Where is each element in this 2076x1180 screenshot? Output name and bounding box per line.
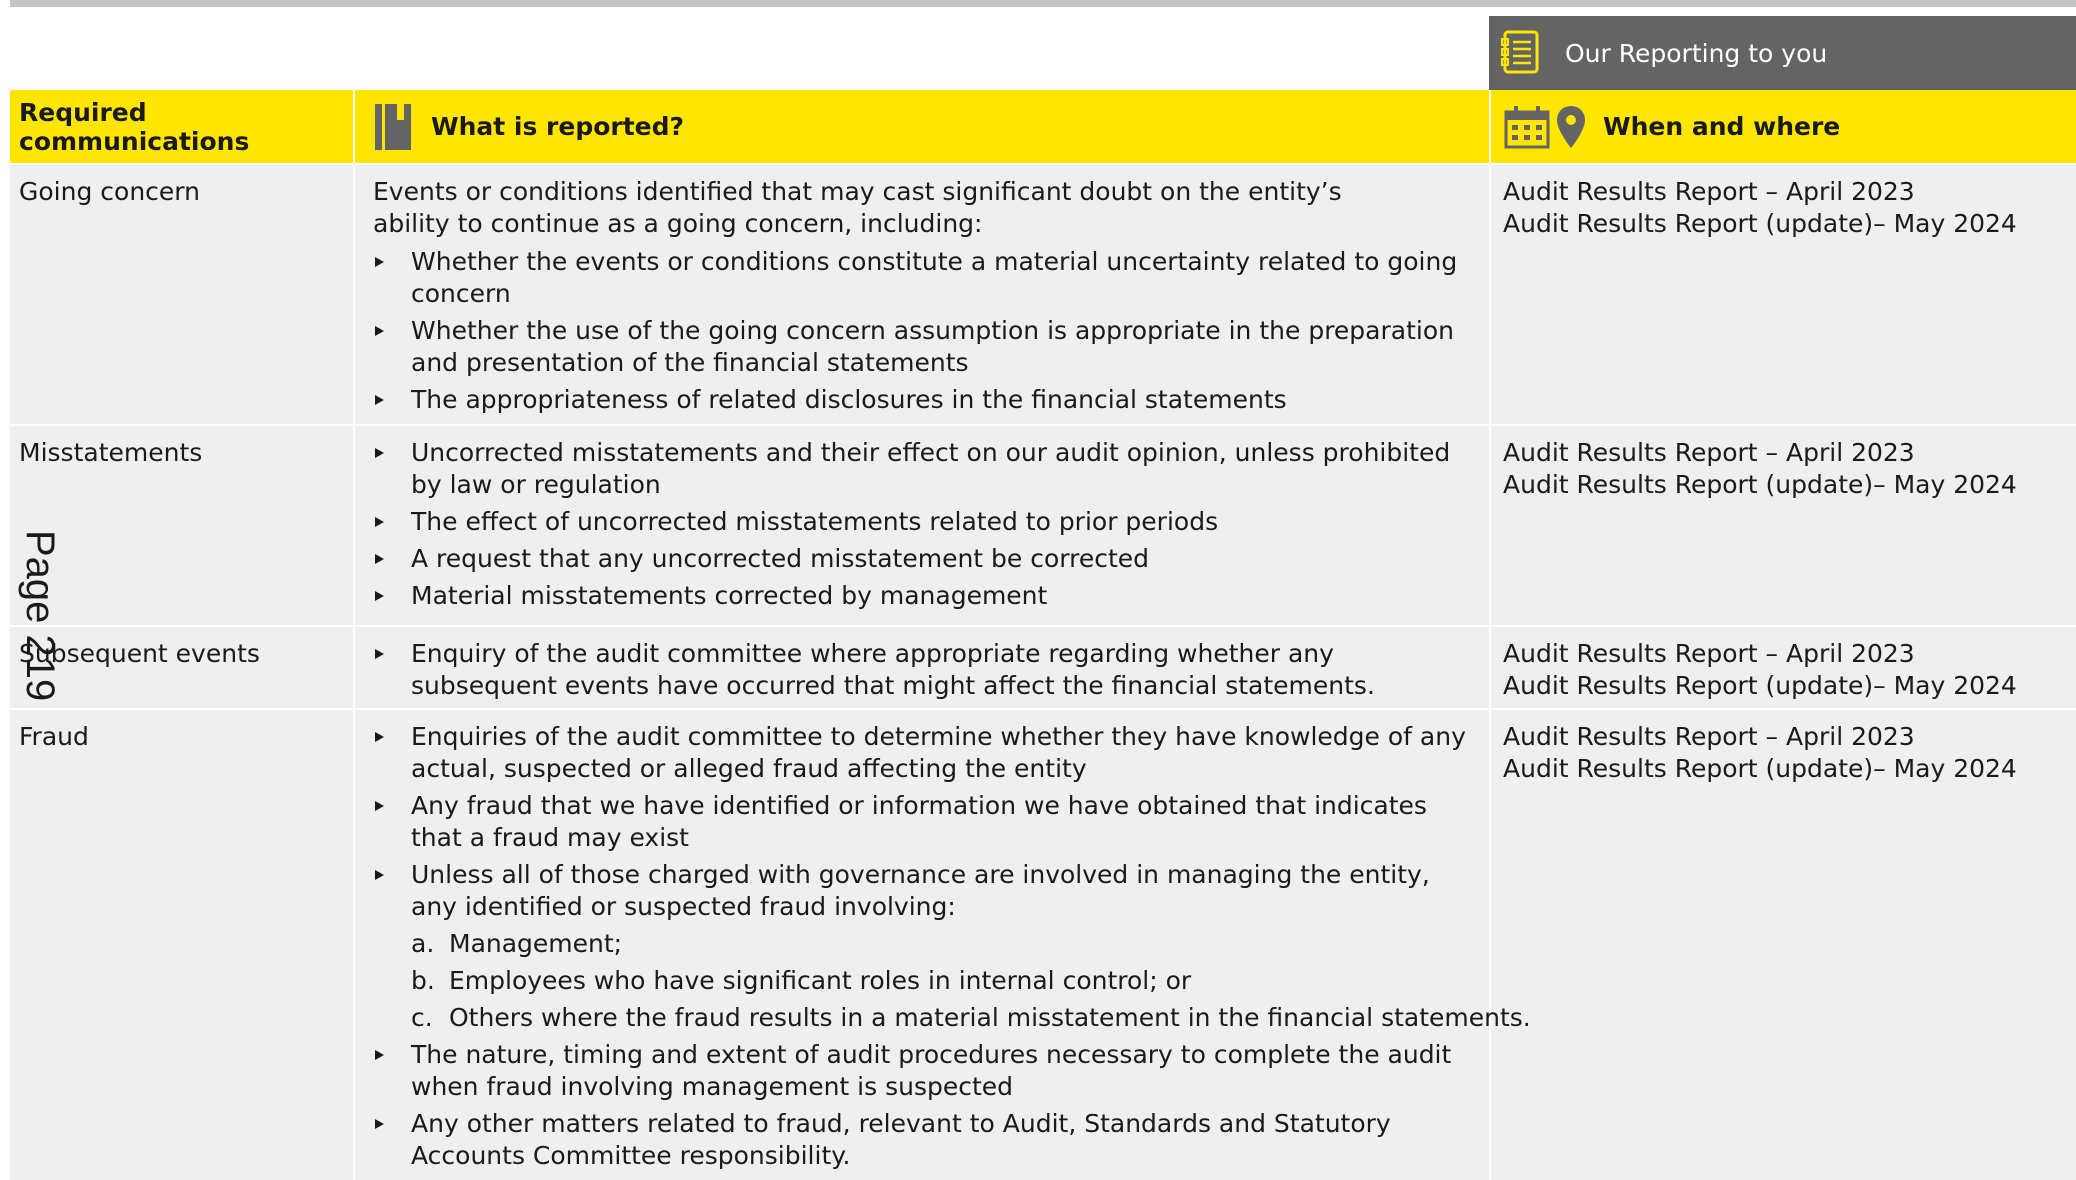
list-item: Any other matters related to fraud, rele… [373,1108,1471,1172]
table-row: Misstatements Uncorrected misstatements … [10,424,2076,625]
bullet-list: Uncorrected misstatements and their effe… [373,437,1463,612]
lettered-item: c. Others where the fraud results in a ma… [373,1002,1531,1034]
item-marker: c. [411,1003,433,1032]
lettered-item: a. Management; [373,928,1471,960]
when-cell: Audit Results Report – April 2023 Audit … [1489,426,2076,625]
topic-label: Going concern [19,177,200,206]
bullet-list: Whether the events or conditions constit… [373,246,1463,416]
list-item: Whether the use of the going concern ass… [373,315,1463,379]
list-item: Any fraud that we have identified or inf… [373,790,1468,854]
header-col2-label: What is reported? [431,112,685,141]
item-marker: b. [411,966,435,995]
notebook-icon [373,102,413,152]
reporting-banner-label: Our Reporting to you [1565,38,1828,68]
table-row: Going concern Events or conditions ident… [10,163,2076,424]
table-header: Required communications What is reported… [10,90,2076,163]
bullet-list: The nature, timing and extent of audit p… [373,1039,1471,1172]
table-row: Fraud Enquiries of the audit committee t… [10,708,2076,1180]
topic-cell: Going concern [10,165,353,424]
item-marker: a. [411,929,435,958]
topic-label: Fraud [19,722,89,751]
header-required-communications: Required communications [10,90,353,163]
bullet-list: Enquiry of the audit committee where app… [373,638,1463,702]
item-text: Employees who have significant roles in … [449,966,1192,995]
header-what-is-reported: What is reported? [353,90,1489,163]
when-line: Audit Results Report – April 2023 [1503,438,1915,467]
list-item: Enquiry of the audit committee where app… [373,638,1463,702]
header-col3-label: When and where [1603,112,1841,141]
when-line: Audit Results Report (update)– May 2024 [1503,754,2017,783]
topic-cell: Fraud [10,710,353,1180]
lettered-list: a. Management; b. Employees who have signi… [373,928,1531,1034]
checklist-document-icon [1501,29,1545,77]
header-col1-label: Required communications [19,97,250,156]
page-number: Page 219 [18,530,62,702]
what-cell: Uncorrected misstatements and their effe… [353,426,1489,625]
when-line: Audit Results Report (update)– May 2024 [1503,671,2017,700]
list-item: A request that any uncorrected misstatem… [373,543,1463,575]
when-cell: Audit Results Report – April 2023 Audit … [1489,710,2076,1180]
when-line: Audit Results Report – April 2023 [1503,639,1915,668]
list-item: Unless all of those charged with governa… [373,859,1468,923]
when-line: Audit Results Report (update)– May 2024 [1503,209,2017,238]
list-item: Whether the events or conditions constit… [373,246,1463,310]
item-text: Others where the fraud results in a mate… [449,1003,1531,1032]
when-line: Audit Results Report – April 2023 [1503,177,1915,206]
what-cell: Events or conditions identified that may… [353,165,1489,424]
header-when-and-where: When and where [1489,90,2076,163]
when-line: Audit Results Report – April 2023 [1503,722,1915,751]
table-row: Subsequent events Enquiry of the audit c… [10,625,2076,708]
list-item: Enquiries of the audit committee to dete… [373,721,1468,785]
list-item: The effect of uncorrected misstatements … [373,506,1463,538]
calendar-icon [1503,104,1551,150]
when-cell: Audit Results Report – April 2023 Audit … [1489,165,2076,424]
bullet-list: Enquiries of the audit committee to dete… [373,721,1468,923]
topic-label: Misstatements [19,438,203,467]
what-cell: Enquiries of the audit committee to dete… [353,710,1531,1180]
reporting-banner: Our Reporting to you [1489,16,2076,90]
when-line: Audit Results Report (update)– May 2024 [1503,470,2017,499]
list-item: Material misstatements corrected by mana… [373,580,1463,612]
top-rule [10,0,2076,7]
list-item: Uncorrected misstatements and their effe… [373,437,1463,501]
location-pin-icon [1555,104,1587,150]
when-cell: Audit Results Report – April 2023 Audit … [1489,627,2076,708]
intro-text: Events or conditions identified that may… [373,177,1342,238]
list-item: The appropriateness of related disclosur… [373,384,1463,416]
item-text: Management; [449,929,623,958]
list-item: The nature, timing and extent of audit p… [373,1039,1471,1103]
what-cell: Enquiry of the audit committee where app… [353,627,1489,708]
communications-table: Going concern Events or conditions ident… [10,163,2076,1180]
lettered-item: b. Employees who have significant roles i… [373,965,1471,997]
